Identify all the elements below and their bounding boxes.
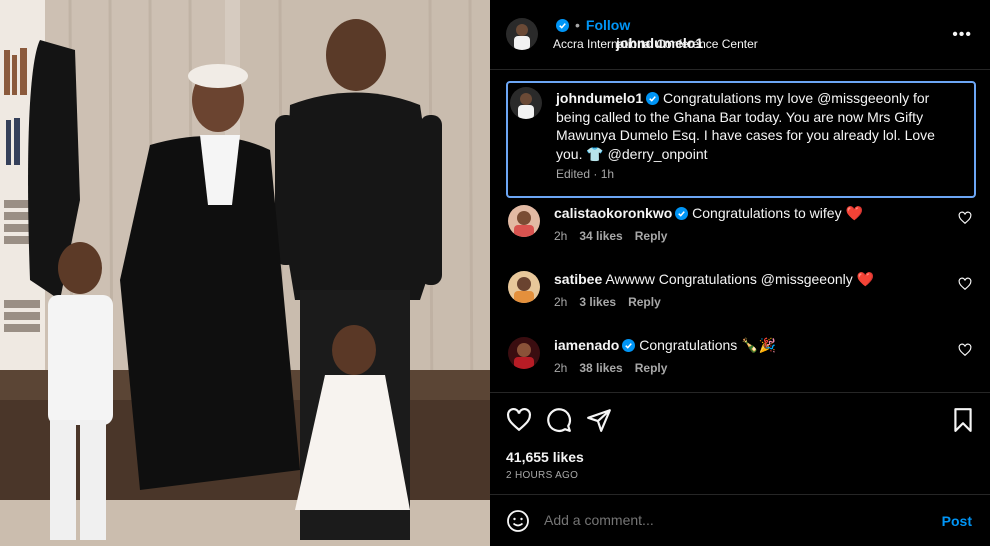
author-avatar[interactable] bbox=[506, 18, 538, 50]
commenter-avatar[interactable] bbox=[508, 337, 540, 369]
post-header: johndumelo1 • Follow Accra International… bbox=[490, 0, 990, 70]
post-time-ago: 2 HOURS AGO bbox=[506, 470, 579, 481]
bookmark-icon[interactable] bbox=[950, 407, 976, 433]
share-icon[interactable] bbox=[586, 407, 612, 433]
add-comment-input[interactable] bbox=[544, 512, 924, 528]
comment-meta: 2h 38 likes Reply bbox=[554, 361, 667, 375]
like-comment-heart-icon[interactable] bbox=[958, 343, 972, 357]
comment-item: iamenado Congratulations 🍾🎉 2h 38 likes … bbox=[506, 334, 976, 394]
heart-icon[interactable] bbox=[506, 407, 532, 433]
comment-body: Congratulations to wifey ❤️ bbox=[692, 205, 863, 221]
reply-button[interactable]: Reply bbox=[628, 295, 661, 309]
comment-likes[interactable]: 34 likes bbox=[579, 229, 622, 243]
caption-meta: Edited · 1h bbox=[556, 167, 615, 181]
comment-meta: 2h 3 likes Reply bbox=[554, 295, 661, 309]
add-comment-bar: Post bbox=[490, 494, 990, 546]
more-options-icon[interactable]: ••• bbox=[952, 26, 972, 44]
commenter-username[interactable]: satibee bbox=[554, 271, 602, 287]
post-comment-button[interactable]: Post bbox=[942, 513, 972, 529]
comment-text-row: iamenado Congratulations 🍾🎉 bbox=[554, 337, 776, 354]
post-location[interactable]: Accra International Conference Center bbox=[553, 37, 758, 51]
comment-body: Congratulations 🍾🎉 bbox=[639, 337, 777, 353]
caption-username[interactable]: johndumelo1 bbox=[556, 90, 643, 106]
commenter-avatar[interactable] bbox=[508, 205, 540, 237]
verified-badge-icon bbox=[556, 18, 569, 32]
emoji-icon[interactable] bbox=[506, 509, 530, 533]
like-comment-heart-icon[interactable] bbox=[958, 277, 972, 291]
post-caption: johndumelo1 Congratulations my love @mis… bbox=[506, 81, 976, 198]
post-details-panel: johndumelo1 • Follow Accra International… bbox=[490, 0, 990, 546]
likes-count[interactable]: 41,655 likes bbox=[506, 449, 584, 465]
commenter-username[interactable]: calistaokoronkwo bbox=[554, 205, 672, 221]
post-actions: 41,655 likes 2 HOURS AGO bbox=[490, 392, 990, 488]
like-comment-heart-icon[interactable] bbox=[958, 211, 972, 225]
commenter-avatar[interactable] bbox=[508, 271, 540, 303]
comment-time: 2h bbox=[554, 361, 568, 375]
verified-badge-icon bbox=[675, 207, 689, 220]
caption-avatar[interactable] bbox=[510, 87, 542, 119]
post-photo[interactable] bbox=[0, 0, 490, 546]
comment-likes[interactable]: 3 likes bbox=[579, 295, 616, 309]
comment-text-row: calistaokoronkwo Congratulations to wife… bbox=[554, 205, 863, 222]
comment-time: 2h bbox=[554, 295, 568, 309]
caption-text-block: johndumelo1 Congratulations my love @mis… bbox=[556, 89, 961, 163]
header-title-row: johndumelo1 • Follow bbox=[553, 17, 703, 51]
commenter-username[interactable]: iamenado bbox=[554, 337, 619, 353]
comment-text-row: satibee Awwww Congratulations @missgeeon… bbox=[554, 271, 874, 288]
comment-time: 2h bbox=[554, 229, 568, 243]
follow-button[interactable]: Follow bbox=[586, 17, 630, 33]
comment-item: calistaokoronkwo Congratulations to wife… bbox=[506, 202, 976, 262]
comment-item: satibee Awwww Congratulations @missgeeon… bbox=[506, 268, 976, 328]
comment-body: Awwww Congratulations @missgeeonly ❤️ bbox=[605, 271, 875, 287]
comment-meta: 2h 34 likes Reply bbox=[554, 229, 667, 243]
comment-icon[interactable] bbox=[546, 407, 572, 433]
comment-likes[interactable]: 38 likes bbox=[579, 361, 622, 375]
header-separator: • bbox=[575, 17, 580, 33]
verified-badge-icon bbox=[646, 92, 660, 105]
verified-badge-icon bbox=[622, 339, 636, 352]
reply-button[interactable]: Reply bbox=[635, 361, 668, 375]
family-photo-illustration bbox=[0, 0, 490, 546]
reply-button[interactable]: Reply bbox=[635, 229, 668, 243]
